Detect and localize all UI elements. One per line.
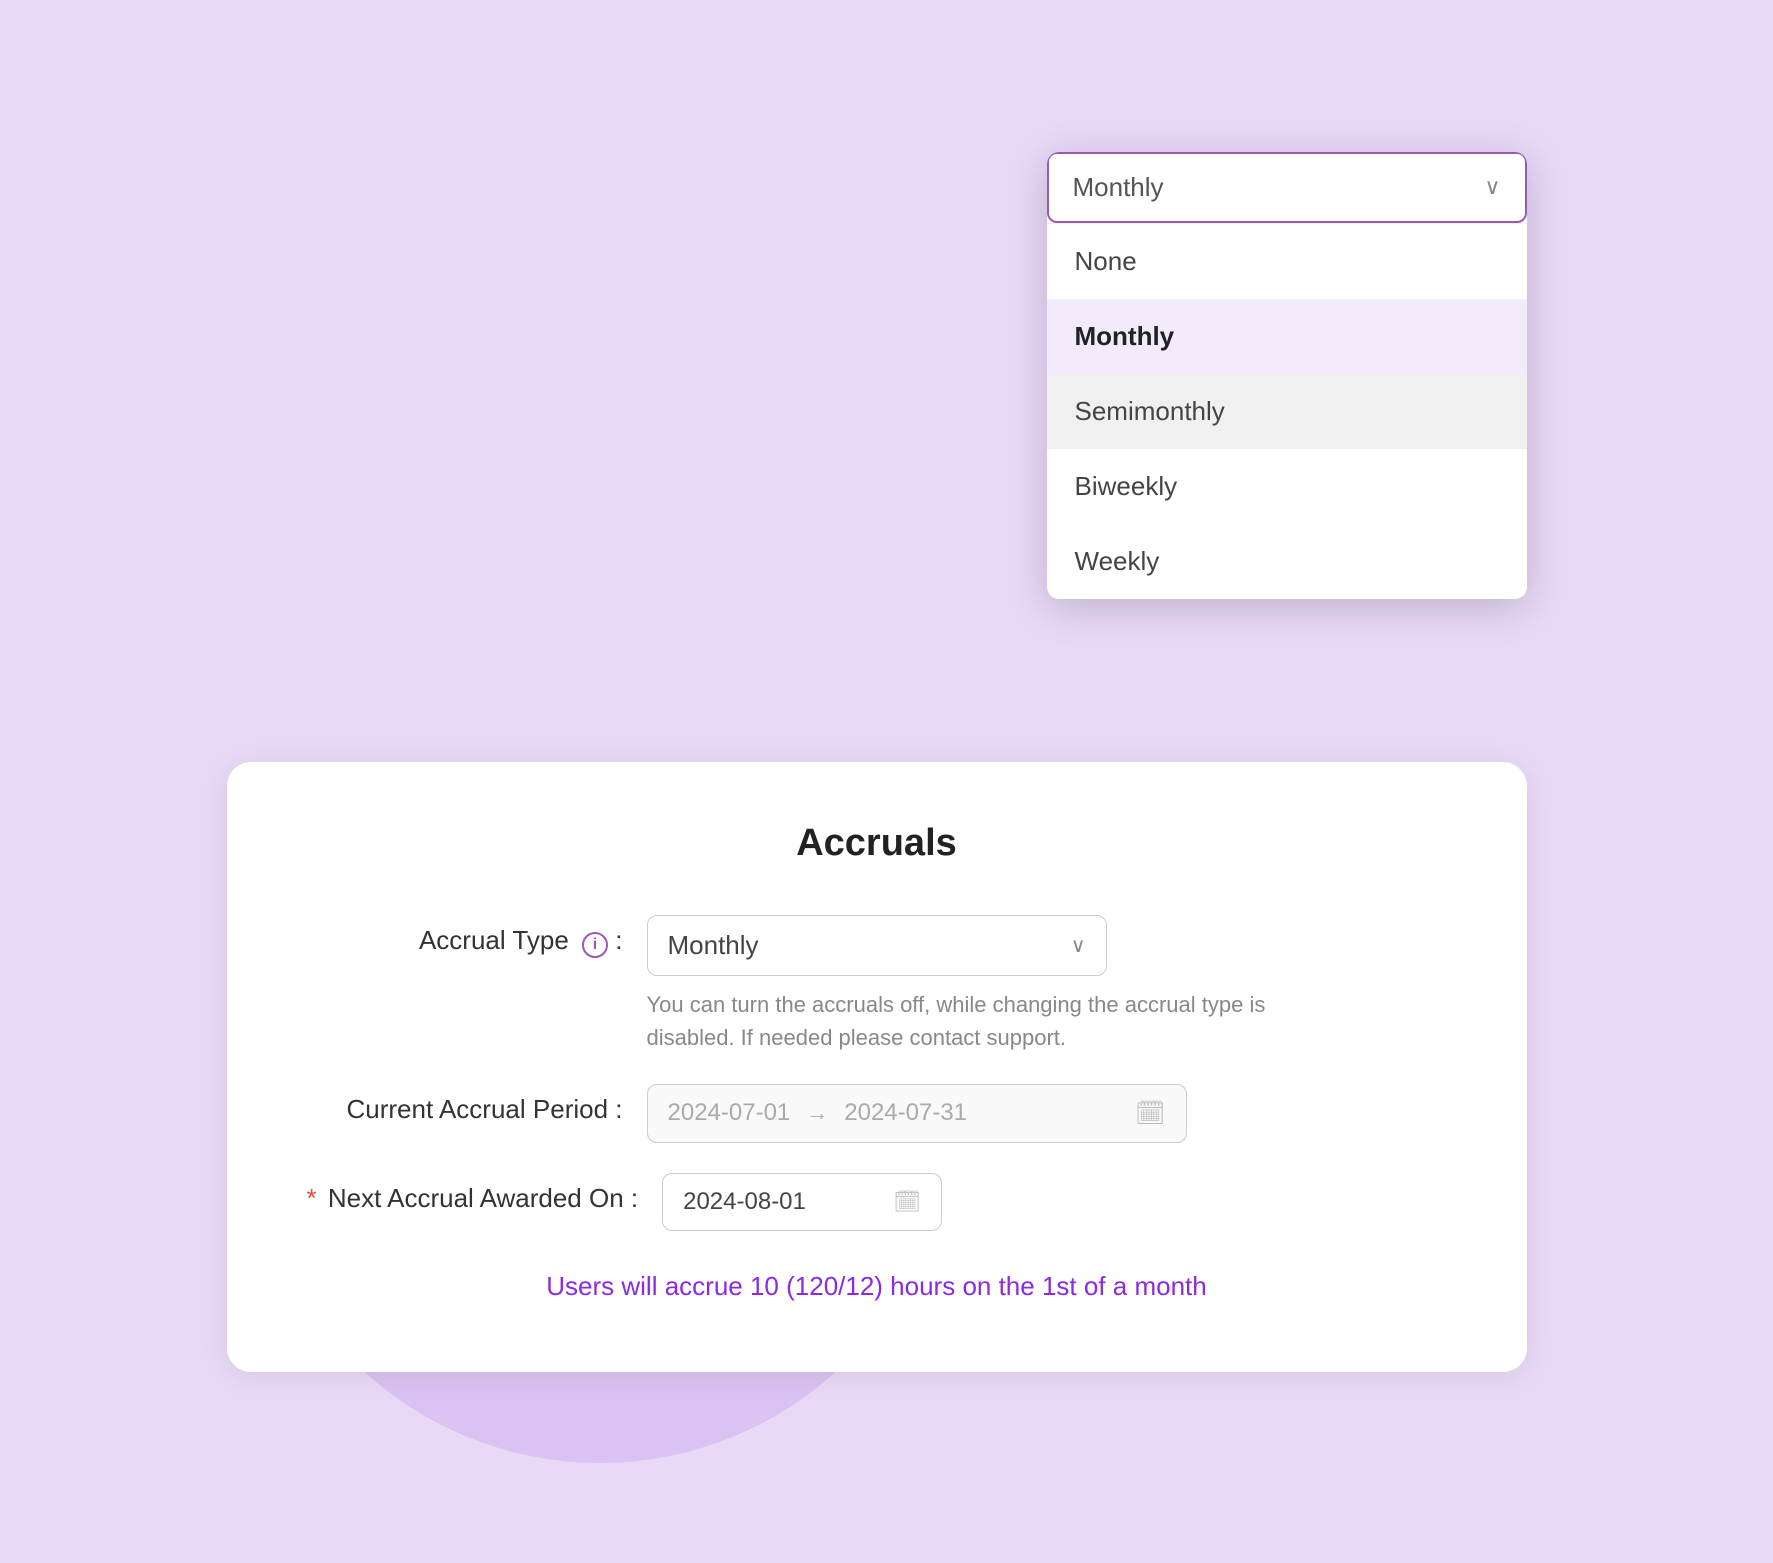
dropdown-chevron-icon: ∨ xyxy=(1484,174,1500,200)
accrual-period-calendar-icon: 🗓 xyxy=(1135,1099,1165,1128)
accrual-period-start-date: 2024-07-01 xyxy=(668,1099,791,1127)
dropdown-trigger[interactable]: Monthly ∨ xyxy=(1047,152,1527,223)
accrual-type-select[interactable]: Monthly ∨ xyxy=(647,915,1107,976)
accrual-type-dropdown: Monthly ∨ None Monthly Semimonthly Biwee… xyxy=(1047,152,1527,599)
next-accrual-date-value: 2024-08-01 xyxy=(683,1188,806,1216)
next-accrual-calendar-icon: 🗓 xyxy=(893,1189,921,1215)
dropdown-option-biweekly[interactable]: Biweekly xyxy=(1047,449,1527,524)
dropdown-list: None Monthly Semimonthly Biweekly Weekly xyxy=(1047,223,1527,599)
accrual-type-row: Accrual Type i : Monthly ∨ You can turn … xyxy=(307,915,1447,1054)
accruals-card: Accruals Accrual Type i : Monthly ∨ You … xyxy=(227,762,1527,1372)
dropdown-selected-value: Monthly xyxy=(1073,172,1164,203)
dropdown-option-none[interactable]: None xyxy=(1047,224,1527,299)
accrual-type-helper: You can turn the accruals off, while cha… xyxy=(647,988,1347,1054)
next-accrual-label: * Next Accrual Awarded On : xyxy=(307,1173,663,1214)
accrual-type-info-icon[interactable]: i xyxy=(582,932,608,958)
current-accrual-period-label: Current Accrual Period : xyxy=(307,1084,647,1125)
required-star: * xyxy=(307,1183,317,1213)
accrual-info-text: Users will accrue 10 (120/12) hours on t… xyxy=(307,1271,1447,1302)
accrual-period-date-range[interactable]: 2024-07-01 → 2024-07-31 🗓 xyxy=(647,1084,1187,1143)
accrual-type-label: Accrual Type i : xyxy=(307,915,647,958)
date-range-arrow-icon: → xyxy=(806,1100,828,1126)
next-accrual-row: * Next Accrual Awarded On : 2024-08-01 🗓 xyxy=(307,1173,1447,1231)
dropdown-option-monthly[interactable]: Monthly xyxy=(1047,299,1527,374)
accrual-type-value: Monthly xyxy=(668,930,759,961)
dropdown-option-weekly[interactable]: Weekly xyxy=(1047,524,1527,599)
accrual-period-end-date: 2024-07-31 xyxy=(844,1099,967,1127)
current-accrual-period-row: Current Accrual Period : 2024-07-01 → 20… xyxy=(307,1084,1447,1143)
next-accrual-date-input[interactable]: 2024-08-01 🗓 xyxy=(662,1173,942,1231)
page-container: Monthly ∨ None Monthly Semimonthly Biwee… xyxy=(187,132,1587,1432)
card-title: Accruals xyxy=(307,822,1447,865)
accrual-type-chevron-icon: ∨ xyxy=(1071,933,1086,958)
dropdown-option-semimonthly[interactable]: Semimonthly xyxy=(1047,374,1527,449)
